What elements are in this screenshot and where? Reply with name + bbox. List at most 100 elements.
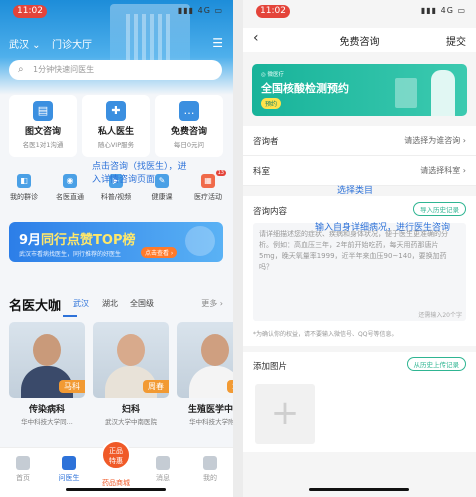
- doctor-dept: 生殖医学中心: [187, 405, 233, 415]
- doctor-photo: [177, 322, 233, 398]
- card-subtitle: 名医1对1沟通: [22, 141, 64, 149]
- shortcut-label: 健康课: [151, 193, 173, 201]
- privacy-tip: *为确认你的权益，请不要输入微信号、QQ号等信息。: [253, 331, 398, 338]
- doctor-hospital: 华中科技大学附...: [189, 418, 233, 426]
- doctor-name-tag: 周春: [143, 380, 169, 393]
- nucleic-test-banner[interactable]: ◎ 微医疗 全国核酸检测预约 预约: [252, 64, 467, 116]
- home-screen: 11:02 ▮▮▮ 4G ▭ 武汉 ⌄ 门诊大厅 ☰ ⌕ 1分钟快速问医生 ▤ …: [0, 0, 233, 497]
- doctor-hospital: 华中科技大学同...: [21, 418, 73, 426]
- section-title: 名医大咖: [9, 299, 62, 314]
- doctor-carousel: 马科 传染病科 华中科技大学同... 周春 妇科 武汉大学中南医院 章汉 生殖医…: [9, 322, 233, 432]
- card-subtitle: 随心VIP服务: [97, 141, 135, 149]
- department-row[interactable]: 科室 请选择科室 ›: [243, 156, 476, 186]
- banner-subtitle: 武汉市看病找医生，同行推荐的好医生: [19, 251, 122, 258]
- field-label: 咨询者: [253, 137, 279, 147]
- doctor-icon: ✚: [106, 101, 126, 121]
- famous-doctors-header: 名医大咖 武汉 湖北 全国级 更多 ›: [9, 295, 223, 314]
- shortcut-label: 医疗活动: [194, 193, 222, 201]
- tab-messages[interactable]: 消息: [140, 456, 186, 483]
- banner-month: 9月: [19, 233, 42, 248]
- tab-national[interactable]: 全国级: [130, 298, 154, 309]
- doctor-card[interactable]: 章汉 生殖医学中心 华中科技大学附...: [177, 322, 233, 432]
- shortcut-group-consult[interactable]: ◧ 我的群诊: [2, 172, 46, 202]
- import-history-button[interactable]: 导入历史记录: [413, 202, 466, 216]
- card-free-consult[interactable]: … 免费咨询 每日0元问: [155, 95, 223, 157]
- free-consult-screen: 11:02 ▮▮▮ 4G ▭ ‹ 免费咨询 提交 ◎ 微医疗 全国核酸检测预约 …: [243, 0, 476, 497]
- more-link[interactable]: 更多 ›: [201, 298, 223, 309]
- upload-history-button[interactable]: 从历史上传记录: [406, 357, 466, 371]
- promo-line-1: 正品: [109, 447, 123, 455]
- tab-outpatient-hall[interactable]: 门诊大厅: [52, 36, 92, 51]
- doctor-name-tag: 章汉: [227, 380, 233, 393]
- medic-figure-icon: [431, 70, 455, 116]
- banner-title: 9月同行点赞TOP榜: [19, 229, 136, 248]
- tab-profile[interactable]: 我的: [187, 456, 233, 483]
- consultant-select[interactable]: 请选择为谁咨询 ›: [404, 135, 466, 146]
- brand-logo: ◎ 微医疗: [261, 72, 285, 78]
- group-icon: ◧: [17, 174, 31, 188]
- doctor-card[interactable]: 周春 妇科 武汉大学中南医院: [93, 322, 169, 432]
- tab-label: 我的: [203, 474, 217, 482]
- tab-home[interactable]: 首页: [0, 456, 46, 483]
- card-image-consult[interactable]: ▤ 图文咨询 名医1对1沟通: [9, 95, 77, 157]
- tab-label: 首页: [16, 474, 30, 482]
- tab-label: 问医生: [58, 474, 80, 482]
- image-section: 添加图片 从历史上传记录 +: [243, 352, 476, 452]
- consultant-row[interactable]: 咨询者 请选择为谁咨询 ›: [243, 126, 476, 156]
- center-promo-button[interactable]: 正品 特惠: [101, 440, 131, 470]
- search-input[interactable]: ⌕ 1分钟快速问医生: [9, 60, 222, 80]
- submit-button[interactable]: 提交: [446, 33, 466, 48]
- doctor-name-tag: 马科: [59, 380, 85, 393]
- annotation-department: 选择类目: [337, 186, 374, 196]
- description-section: 咨询内容 导入历史记录 请详细描述您的症状、疾病和身体状况，便于医生更准确的分析…: [243, 196, 476, 346]
- shortcut-famous-doctor[interactable]: ◉ 名医直通: [48, 172, 92, 202]
- shortcut-label: 我的群诊: [10, 193, 38, 201]
- shortcut-label: 名医直通: [56, 193, 84, 201]
- shortcut-medical-activity[interactable]: ▦ 13 医疗活动: [186, 170, 230, 202]
- home-indicator: [309, 488, 409, 491]
- top-doctors-banner[interactable]: 9月同行点赞TOP榜 武汉市看病找医生，同行推荐的好医生 点击查看 ›: [9, 222, 223, 262]
- chat-doc-icon: ▤: [33, 101, 53, 121]
- doctor-hospital: 武汉大学中南医院: [105, 418, 157, 426]
- tab-pharmacy[interactable]: 药品商城: [93, 478, 139, 488]
- banner-title: 全国核酸检测预约: [261, 82, 349, 95]
- page-title: 免费咨询: [339, 37, 380, 48]
- add-image-icon[interactable]: +: [255, 384, 315, 444]
- description-textarea[interactable]: 请详细描述您的症状、疾病和身体状况，便于医生更准确的分析。例如：高血压三年，2年…: [253, 223, 466, 321]
- card-title: 私人医生: [97, 127, 134, 137]
- card-title: 图文咨询: [24, 127, 61, 137]
- field-label: 科室: [253, 167, 271, 177]
- status-icons: ▮▮▮ 4G ▭: [177, 6, 223, 15]
- card-private-doctor[interactable]: ✚ 私人医生 随心VIP服务: [82, 95, 150, 157]
- trophy-icon: [185, 226, 215, 256]
- char-counter: 还需输入20个字: [418, 312, 462, 319]
- service-cards: ▤ 图文咨询 名医1对1沟通 ✚ 私人医生 随心VIP服务 … 免费咨询 每日0…: [9, 95, 223, 157]
- banner-cta-button[interactable]: 预约: [261, 98, 282, 109]
- field-label: 咨询内容: [253, 207, 288, 217]
- menu-icon[interactable]: ☰: [212, 36, 223, 50]
- clinic-icon: [395, 78, 417, 108]
- active-tab-indicator: [63, 315, 77, 317]
- search-icon: ⌕: [18, 64, 24, 75]
- chart-icon: ▦: [201, 174, 215, 188]
- card-title: 免费咨询: [170, 127, 207, 137]
- department-select[interactable]: 请选择科室 ›: [420, 165, 466, 176]
- annotation-consult: 点击咨询（找医生），进入详情咨询页面: [92, 162, 187, 185]
- nav-bar: ‹ 免费咨询 提交: [243, 28, 476, 52]
- doctor-dept: 妇科: [121, 405, 140, 415]
- tab-ask-doctor[interactable]: 问医生: [46, 456, 92, 483]
- tab-label: 药品商城: [102, 479, 130, 487]
- banner-cta-button[interactable]: 点击查看 ›: [141, 247, 178, 258]
- home-indicator: [66, 488, 166, 491]
- message-icon: [156, 456, 170, 470]
- tab-wuhan[interactable]: 武汉: [73, 298, 89, 309]
- doctor-card[interactable]: 马科 传染病科 华中科技大学同...: [9, 322, 85, 432]
- location-selector[interactable]: 武汉 ⌄: [9, 36, 41, 51]
- status-time: 11:02: [256, 5, 290, 18]
- tab-label: 消息: [156, 474, 170, 482]
- shortcut-label: 科普/视频: [100, 193, 132, 201]
- doctor-dept: 传染病科: [28, 405, 65, 415]
- banner-title-rest: 同行点赞TOP榜: [41, 233, 136, 248]
- tab-hubei[interactable]: 湖北: [102, 298, 118, 309]
- search-placeholder: 1分钟快速问医生: [33, 65, 95, 74]
